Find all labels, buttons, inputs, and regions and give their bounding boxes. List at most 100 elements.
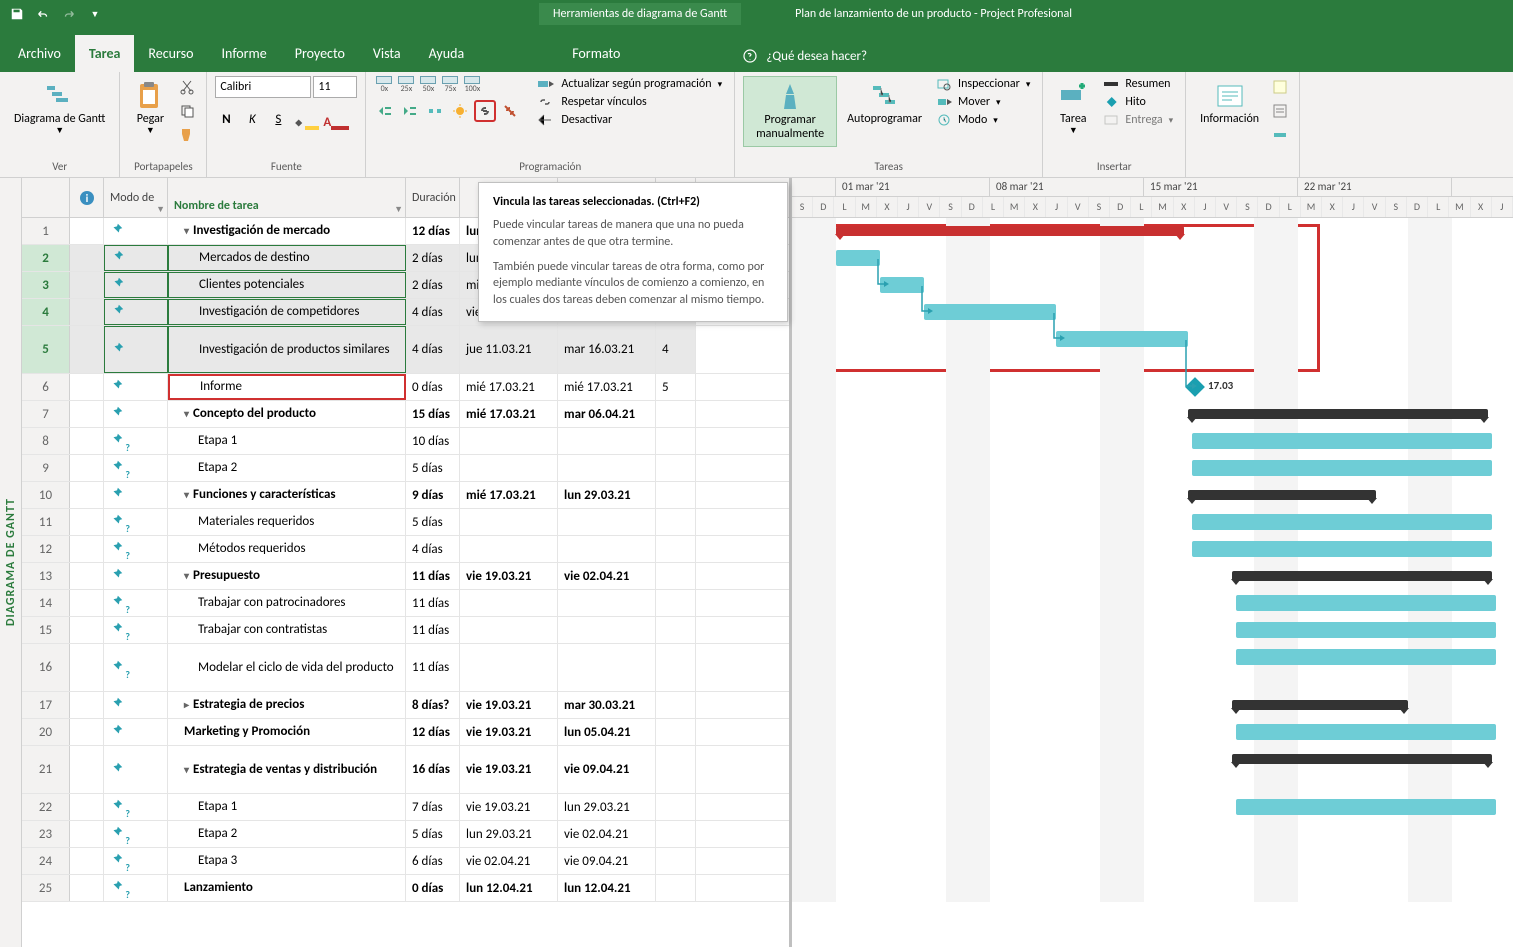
save-button[interactable] xyxy=(6,3,28,25)
row-number[interactable]: 22 xyxy=(22,794,70,820)
cell-name[interactable]: Investigación de productos similares xyxy=(168,326,406,373)
cell-mode[interactable] xyxy=(104,272,168,298)
gantt-bar[interactable] xyxy=(1232,700,1408,710)
move-cmd[interactable]: Mover▾ xyxy=(932,94,1034,110)
cell-pred[interactable] xyxy=(656,590,696,616)
cell-pred[interactable] xyxy=(656,617,696,643)
gantt-bar[interactable] xyxy=(1192,514,1492,530)
reschedule-button[interactable] xyxy=(449,100,471,122)
cell-name[interactable]: Etapa 2 xyxy=(168,821,406,847)
tab-format[interactable]: Formato xyxy=(558,35,634,72)
bold-button[interactable]: N xyxy=(215,108,237,130)
cell-duration[interactable]: 8 días? xyxy=(406,692,460,718)
cell-info[interactable] xyxy=(70,272,104,298)
cell-info[interactable] xyxy=(70,848,104,874)
cell-info[interactable] xyxy=(70,794,104,820)
cell-start[interactable]: mié 17.03.21 xyxy=(460,482,558,508)
col-name[interactable]: Nombre de tarea▼ xyxy=(168,178,406,217)
cell-duration[interactable]: 4 días xyxy=(406,326,460,373)
row-number[interactable]: 10 xyxy=(22,482,70,508)
cell-start[interactable]: vie 19.03.21 xyxy=(460,794,558,820)
cell-name[interactable]: Clientes potenciales xyxy=(168,272,406,298)
add-timeline-button[interactable] xyxy=(1269,124,1291,146)
gantt-chart-button[interactable]: Diagrama de Gantt ▼ xyxy=(8,76,111,141)
tab-file[interactable]: Archivo xyxy=(4,35,75,72)
cell-end[interactable]: vie 02.04.21 xyxy=(558,821,656,847)
cell-end[interactable]: vie 09.04.21 xyxy=(558,848,656,874)
cell-end[interactable]: vie 09.04.21 xyxy=(558,746,656,793)
cell-name[interactable]: Marketing y Promoción xyxy=(168,719,406,745)
font-size-select[interactable] xyxy=(313,76,357,98)
inspect-cmd[interactable]: Inspeccionar▾ xyxy=(932,76,1034,92)
row-number[interactable]: 4 xyxy=(22,299,70,325)
pct-25[interactable]: 25x xyxy=(396,76,416,94)
cell-duration[interactable]: 16 días xyxy=(406,746,460,793)
cell-mode[interactable] xyxy=(104,245,168,271)
cell-mode[interactable] xyxy=(104,875,168,901)
cell-end[interactable]: mié 17.03.21 xyxy=(558,374,656,400)
indent-button[interactable] xyxy=(399,100,421,122)
cell-name[interactable]: Informe xyxy=(168,374,406,400)
split-task-button[interactable] xyxy=(424,100,446,122)
cell-duration[interactable]: 5 días xyxy=(406,509,460,535)
cell-info[interactable] xyxy=(70,875,104,901)
task-row[interactable]: 14 Trabajar con patrocinadores 11 días xyxy=(22,590,789,617)
cell-pred[interactable] xyxy=(656,719,696,745)
notes-button[interactable] xyxy=(1269,76,1291,98)
gantt-body[interactable]: 17.03 xyxy=(792,218,1513,902)
cell-start[interactable] xyxy=(460,509,558,535)
cell-start[interactable]: mié 17.03.21 xyxy=(460,374,558,400)
gantt-bar[interactable] xyxy=(1236,724,1496,740)
cell-start[interactable]: lun 12.04.21 xyxy=(460,875,558,901)
cell-mode[interactable] xyxy=(104,218,168,244)
cell-end[interactable] xyxy=(558,455,656,481)
cell-info[interactable] xyxy=(70,746,104,793)
cell-mode[interactable] xyxy=(104,326,168,373)
cell-info[interactable] xyxy=(70,245,104,271)
cell-mode[interactable] xyxy=(104,455,168,481)
task-row[interactable]: 9 Etapa 2 5 días xyxy=(22,455,789,482)
cell-name[interactable]: Mercados de destino xyxy=(168,245,406,271)
cell-start[interactable] xyxy=(460,455,558,481)
cell-duration[interactable]: 11 días xyxy=(406,617,460,643)
insert-deliverable-cmd[interactable]: Entrega▾ xyxy=(1099,112,1177,128)
cell-mode[interactable] xyxy=(104,509,168,535)
gantt-row[interactable] xyxy=(792,299,1513,326)
cell-pred[interactable] xyxy=(656,455,696,481)
cell-duration[interactable]: 7 días xyxy=(406,794,460,820)
qat-dropdown[interactable]: ▼ xyxy=(84,3,106,25)
unlink-tasks-button[interactable] xyxy=(499,100,521,122)
row-number[interactable]: 24 xyxy=(22,848,70,874)
gantt-bar[interactable] xyxy=(1192,541,1492,557)
gantt-bar[interactable] xyxy=(1232,571,1492,581)
cell-info[interactable] xyxy=(70,428,104,454)
row-number[interactable]: 1 xyxy=(22,218,70,244)
cell-info[interactable] xyxy=(70,374,104,400)
cell-start[interactable]: jue 11.03.21 xyxy=(460,326,558,373)
row-number[interactable]: 15 xyxy=(22,617,70,643)
cell-duration[interactable]: 5 días xyxy=(406,455,460,481)
mode-cmd[interactable]: Modo▾ xyxy=(932,112,1034,128)
row-number[interactable]: 16 xyxy=(22,644,70,691)
cell-info[interactable] xyxy=(70,719,104,745)
cell-pred[interactable] xyxy=(656,536,696,562)
gantt-row[interactable] xyxy=(792,482,1513,509)
row-number[interactable]: 17 xyxy=(22,692,70,718)
cell-info[interactable] xyxy=(70,536,104,562)
cell-end[interactable]: mar 06.04.21 xyxy=(558,401,656,427)
cell-end[interactable] xyxy=(558,617,656,643)
copy-button[interactable] xyxy=(176,100,198,122)
cell-name[interactable]: Etapa 1 xyxy=(168,428,406,454)
gantt-bar[interactable] xyxy=(1056,331,1188,347)
cell-name[interactable]: Lanzamiento xyxy=(168,875,406,901)
cell-info[interactable] xyxy=(70,455,104,481)
cell-mode[interactable] xyxy=(104,848,168,874)
task-row[interactable]: 11 Materiales requeridos 5 días xyxy=(22,509,789,536)
cell-name[interactable]: Etapa 1 xyxy=(168,794,406,820)
cell-end[interactable]: lun 12.04.21 xyxy=(558,875,656,901)
cell-end[interactable] xyxy=(558,509,656,535)
cell-mode[interactable] xyxy=(104,536,168,562)
cell-end[interactable] xyxy=(558,644,656,691)
link-tasks-button[interactable] xyxy=(474,100,496,122)
task-row[interactable]: 6 Informe 0 días mié 17.03.21 mié 17.03.… xyxy=(22,374,789,401)
